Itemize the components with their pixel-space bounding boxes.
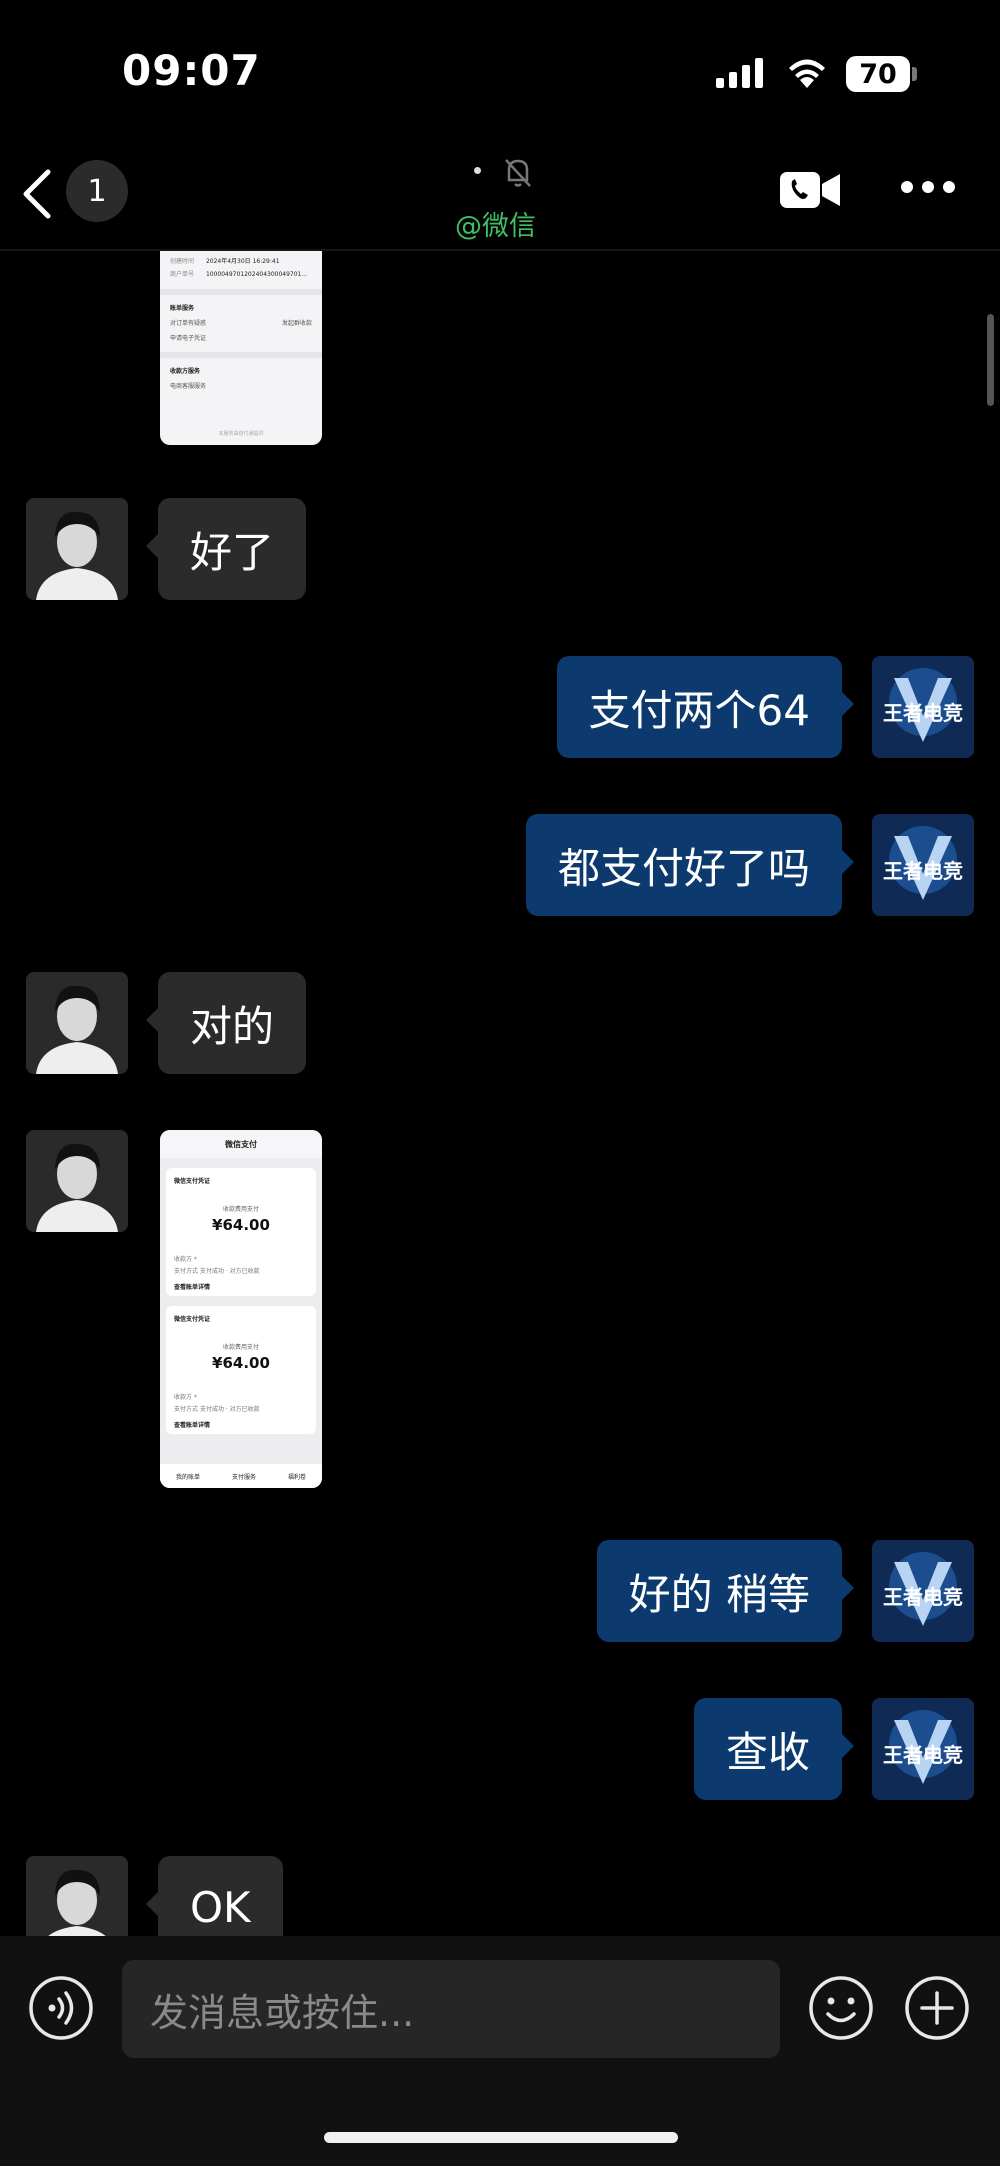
logo-text: 王者电竞 — [883, 1743, 963, 1767]
thumb-action: 申请电子凭证 — [170, 335, 207, 342]
thumb-row-label: 商户单号 — [170, 271, 195, 278]
receipt-label: 收款方 — [174, 1256, 193, 1263]
image-message[interactable]: 创建时间 2024年4月30日 16:29:41 商户单号 1000049701… — [160, 251, 322, 445]
thumb-action: 对订单有疑惑 — [170, 320, 207, 327]
cellular-signal-icon — [716, 58, 763, 88]
emoji-icon[interactable] — [808, 1975, 874, 2041]
receipt-sub: 收款费用支付 — [222, 1344, 259, 1351]
my-avatar[interactable]: 王者电竞 — [872, 656, 974, 758]
status-time: 09:07 — [122, 46, 261, 95]
message-bubble-outgoing[interactable]: 支付两个64 — [556, 656, 855, 758]
thumb-tab: 我的账单 — [175, 1473, 200, 1481]
message-list[interactable]: 创建时间 2024年4月30日 16:29:41 商户单号 1000049701… — [0, 251, 1000, 1936]
thumb-tab: 福利卷 — [287, 1473, 306, 1481]
chat-subtitle[interactable]: @微信 — [455, 204, 536, 243]
thumb-row-value: 1000049701202404300049701... — [205, 271, 308, 278]
message-bubble-incoming[interactable]: 好了 — [145, 498, 307, 600]
message-bubble-outgoing[interactable]: 好的 稍等 — [596, 1540, 855, 1642]
thumb-action: 发起群收款 — [281, 320, 312, 327]
message-input[interactable]: 发消息或按住... — [122, 1960, 780, 2058]
receipt-value: * — [193, 1256, 197, 1263]
contact-avatar[interactable] — [26, 498, 128, 600]
contact-avatar[interactable] — [26, 972, 128, 1074]
add-icon[interactable] — [904, 1975, 970, 2041]
thumb-section-title: 收款方服务 — [170, 368, 201, 375]
receipt-link: 查看账单详情 — [174, 1422, 211, 1429]
contact-avatar[interactable] — [26, 1856, 128, 1936]
receipt-label: 支付方式 — [174, 1406, 199, 1413]
more-icon[interactable] — [900, 180, 956, 194]
receipt-link: 查看账单详情 — [174, 1284, 211, 1291]
back-icon[interactable] — [18, 166, 58, 222]
receipt-value: 支付成功 · 对方已收款 — [199, 1268, 260, 1275]
voice-icon[interactable] — [28, 1975, 94, 2041]
thumb-tab: 支付服务 — [231, 1473, 256, 1481]
battery-tip — [912, 67, 917, 81]
receipt-value: 支付成功 · 对方已收款 — [199, 1406, 260, 1413]
receipt-title: 微信支付凭证 — [174, 1316, 211, 1323]
scrollbar[interactable] — [987, 314, 994, 406]
message-bubble-incoming[interactable]: OK — [146, 1856, 283, 1936]
title-dot — [474, 167, 481, 174]
thumb-service: 电商客服服务 — [170, 383, 207, 390]
wifi-icon — [789, 59, 825, 88]
image-message[interactable]: 微信支付 微信支付凭证 收款费用支付 ¥64.00 收款方 * 支付方式 支付成… — [160, 1130, 322, 1488]
message-bubble-incoming[interactable]: 对的 — [145, 972, 307, 1074]
logo-text: 王者电竞 — [883, 859, 963, 883]
receipt-label: 收款方 — [174, 1394, 193, 1401]
logo-text: 王者电竞 — [883, 1585, 963, 1609]
receipt-sub: 收款费用支付 — [222, 1206, 259, 1213]
thumb-footer: 本服务由财付通提供 — [218, 431, 264, 437]
contact-avatar[interactable] — [26, 1130, 128, 1232]
video-call-icon[interactable] — [780, 168, 842, 212]
my-avatar[interactable]: 王者电竞 — [872, 1698, 974, 1800]
home-indicator[interactable] — [324, 2132, 678, 2143]
my-avatar[interactable]: 王者电竞 — [872, 814, 974, 916]
receipt-amount: ¥64.00 — [212, 1216, 270, 1234]
receipt-value: * — [193, 1394, 197, 1401]
receipt-label: 支付方式 — [174, 1268, 199, 1275]
battery-level: 70 — [846, 56, 910, 92]
message-bubble-outgoing[interactable]: 查收 — [693, 1698, 855, 1800]
thumb-section-title: 账单服务 — [170, 305, 195, 312]
mute-bell-icon — [505, 159, 531, 187]
unread-count-badge[interactable]: 1 — [66, 160, 128, 222]
logo-text: 王者电竞 — [883, 701, 963, 725]
receipt-amount: ¥64.00 — [212, 1354, 270, 1372]
my-avatar[interactable]: 王者电竞 — [872, 1540, 974, 1642]
message-bubble-outgoing[interactable]: 都支付好了吗 — [525, 814, 855, 916]
thumb-row-value: 2024年4月30日 16:29:41 — [205, 258, 280, 265]
thumb-header-title: 微信支付 — [225, 1139, 257, 1149]
receipt-title: 微信支付凭证 — [174, 1178, 211, 1185]
thumb-row-label: 创建时间 — [170, 258, 195, 265]
